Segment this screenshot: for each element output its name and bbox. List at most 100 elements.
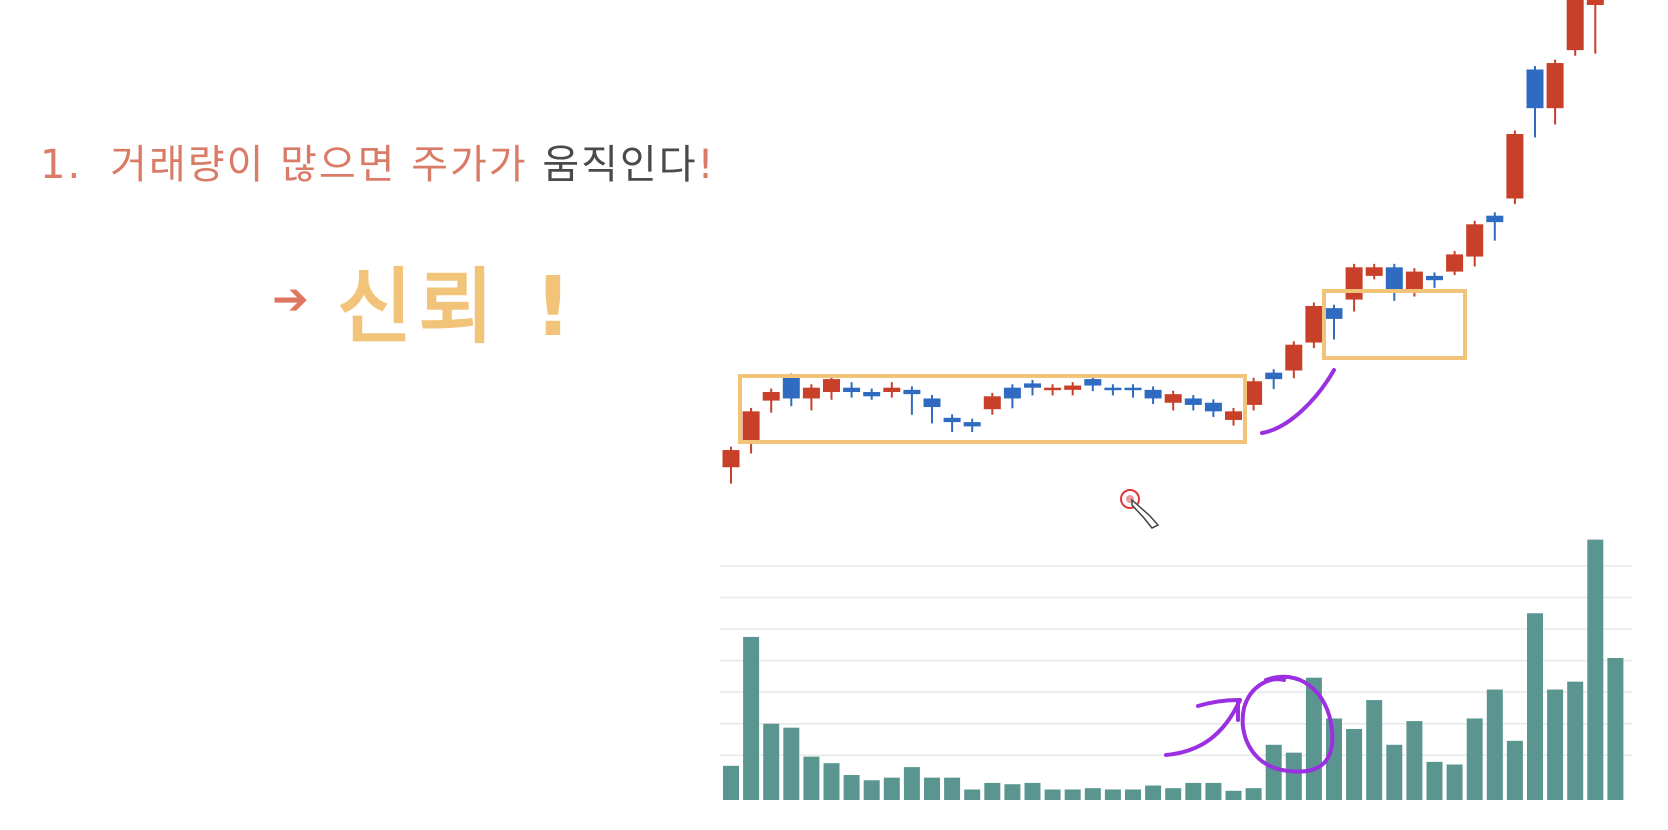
volume-bar [1104,789,1121,800]
candle [1245,377,1263,411]
volume-bar [1225,790,1242,800]
candle [1566,0,1584,56]
volume-bar [1567,681,1584,800]
volume-bar [1205,782,1222,800]
candle-body [1526,69,1544,109]
volume-bar [1486,689,1503,800]
candle [742,407,760,454]
candle [1486,212,1504,241]
candle [1164,390,1182,411]
volume-bar [783,727,800,800]
candle-body [1365,267,1383,276]
candle-body [742,411,760,444]
volume-bar [1346,728,1363,800]
candle-body [983,396,1001,410]
candle [1265,369,1283,389]
candle [802,384,820,411]
volume-bar [1265,744,1282,800]
volume-bar [1044,789,1061,800]
candle-body [1184,398,1202,405]
volume-bar [1506,740,1523,800]
candle-body [1104,387,1122,391]
candle [1305,302,1323,349]
volume-bar [924,777,940,800]
candle [782,373,800,407]
candle-body [1003,387,1021,399]
candle-body [1144,389,1162,399]
volume-bar [743,636,760,800]
candle [823,375,840,400]
candle-body [1446,254,1464,272]
candle [1204,399,1222,417]
candle [923,395,941,424]
stock-chart [720,0,1632,800]
candle [1345,263,1363,312]
candle [963,418,981,432]
candle-body [1385,267,1403,291]
volume-bar [1446,764,1463,800]
highlight-boxes [738,289,1467,444]
candle [1184,395,1202,411]
candle [883,382,901,398]
volume-bar [1426,761,1443,800]
candle-body [943,417,961,423]
candle-body [782,376,800,399]
volume-bar [1406,721,1423,800]
candle-body [1486,215,1504,223]
candle-body [1124,387,1142,391]
candle [943,414,961,432]
volume-bar [1366,700,1383,800]
candle [1064,382,1082,396]
candle-body [1566,0,1584,51]
candle-body [1405,271,1423,291]
volume-bar [1145,785,1162,800]
volume-bars [723,539,1624,800]
candle-body [1305,306,1323,343]
candle [1024,379,1041,396]
candle [903,386,921,415]
candle [1385,263,1403,301]
candle [1003,384,1021,409]
candle-body [1345,267,1363,300]
candle-body [963,422,981,427]
candle-body [1325,308,1343,319]
candle-body [1044,387,1062,391]
candle-body [1426,275,1443,281]
volume-bar [1607,657,1624,800]
volume-bar [1125,789,1141,800]
candle-body [883,387,901,392]
candle [1546,59,1564,125]
volume-bar [964,789,981,800]
candle [1225,407,1242,426]
candle [1144,386,1162,405]
volume-bar [903,767,920,800]
volume-bar [1024,782,1041,800]
candle-body [1245,381,1263,405]
candle-body [1506,134,1524,199]
volume-bar [883,777,900,800]
candle [762,388,780,413]
candle-body [1546,63,1564,109]
volume-bar [1527,613,1543,800]
candle-body [1285,344,1303,371]
candle [722,446,740,484]
candle-body [1466,224,1484,257]
candle [863,388,881,400]
annotation-arrow [1164,697,1242,757]
candle-body [1586,0,1604,5]
candle-body [1164,394,1182,403]
candle [1426,272,1443,288]
volume-bar [944,777,961,800]
candle-body [903,389,921,395]
candle [1365,263,1383,280]
candle [1325,304,1343,340]
candle [1285,341,1303,379]
candle [983,392,1001,415]
candle-body [762,392,780,401]
candle [1466,220,1484,267]
volume-bar [1285,752,1302,800]
candle [1044,384,1062,396]
cursor-icon [1120,489,1160,529]
volume-bar [1547,689,1564,800]
candle [1104,384,1122,396]
